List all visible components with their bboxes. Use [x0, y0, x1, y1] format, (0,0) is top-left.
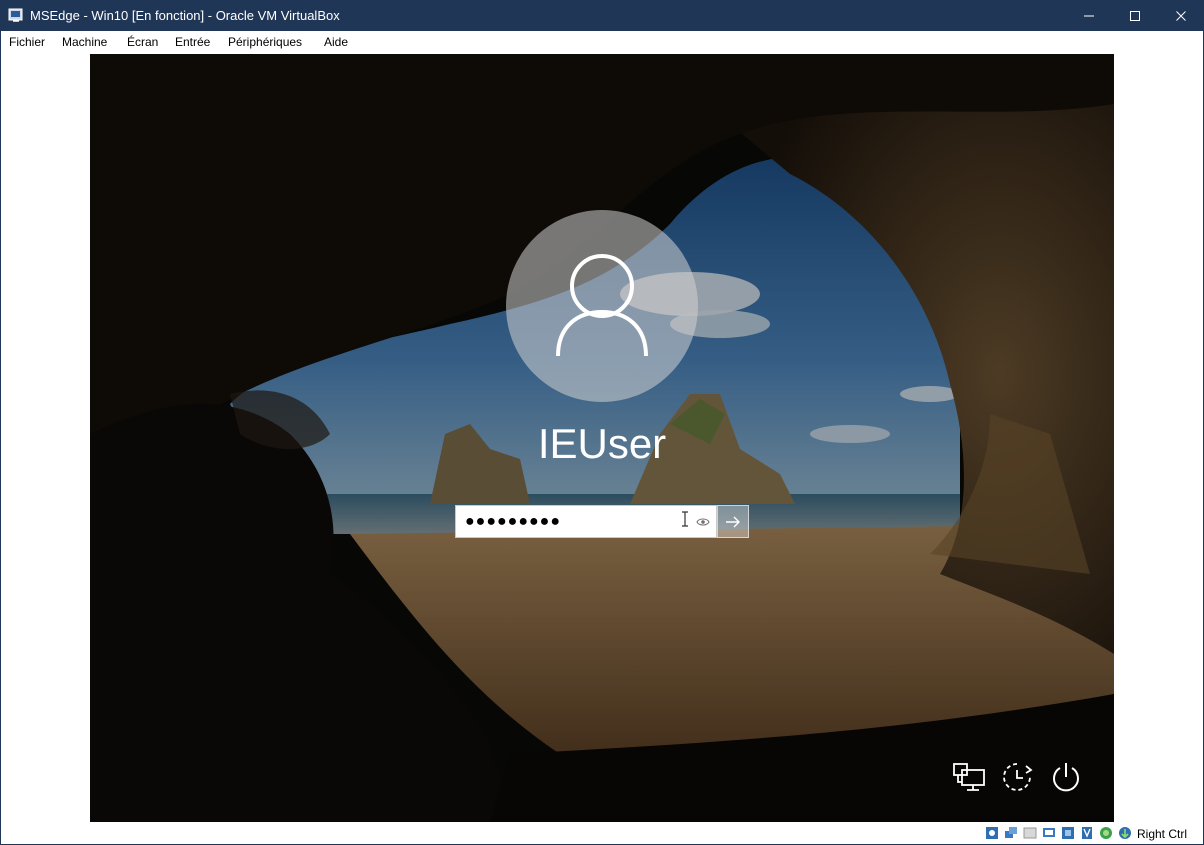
user-silhouette-icon: [556, 254, 648, 357]
user-avatar: [506, 210, 698, 402]
menu-bar: Fichier Machine Écran Entrée Périphériqu…: [0, 31, 1204, 53]
menu-aide[interactable]: Aide: [324, 35, 348, 49]
ease-of-access-button[interactable]: [1000, 760, 1034, 794]
network-icon: [953, 763, 985, 791]
menu-ecran[interactable]: Écran: [127, 35, 158, 49]
menu-machine[interactable]: Machine: [62, 35, 107, 49]
virtualbox-app-icon[interactable]: [8, 7, 24, 23]
optical-drive-icon[interactable]: [985, 826, 999, 840]
submit-button[interactable]: [717, 505, 749, 538]
minimize-button[interactable]: [1066, 0, 1112, 31]
close-button[interactable]: [1158, 0, 1204, 31]
shared-folders-icon[interactable]: [1023, 826, 1037, 840]
ease-of-access-icon: [1003, 763, 1033, 791]
usb-icon[interactable]: [1061, 826, 1075, 840]
menu-entree[interactable]: Entrée: [175, 35, 210, 49]
display-icon[interactable]: [1042, 826, 1056, 840]
arrow-right-icon: [726, 516, 740, 527]
user-name: IEUser: [537, 420, 667, 467]
network-adapters-icon[interactable]: [1004, 826, 1018, 840]
vm-screen[interactable]: IEUser ●●●●●●●●●: [90, 54, 1114, 822]
host-key-label: Right Ctrl: [1137, 827, 1188, 841]
status-bar: Right Ctrl: [0, 822, 1204, 845]
minimize-icon: [1084, 15, 1094, 16]
mouse-integration-icon[interactable]: [1118, 826, 1132, 840]
guest-additions-icon[interactable]: [1099, 826, 1113, 840]
power-icon: [1053, 763, 1079, 792]
maximize-button[interactable]: [1112, 0, 1158, 31]
window-title: MSEdge - Win10 [En fonction] - Oracle VM…: [30, 8, 340, 23]
video-capture-icon[interactable]: [1080, 826, 1094, 840]
menu-fichier[interactable]: Fichier: [9, 35, 45, 49]
maximize-icon: [1130, 10, 1140, 21]
text-cursor-icon: [682, 511, 688, 527]
password-value: ●●●●●●●●●: [465, 513, 561, 530]
password-field[interactable]: ●●●●●●●●●: [455, 505, 717, 538]
power-button[interactable]: [1049, 760, 1083, 794]
close-icon: [1176, 10, 1186, 21]
title-bar: MSEdge - Win10 [En fonction] - Oracle VM…: [0, 0, 1204, 31]
eye-icon[interactable]: [696, 516, 710, 528]
menu-peripheriques[interactable]: Périphériques: [228, 35, 302, 49]
network-button[interactable]: [952, 760, 986, 794]
